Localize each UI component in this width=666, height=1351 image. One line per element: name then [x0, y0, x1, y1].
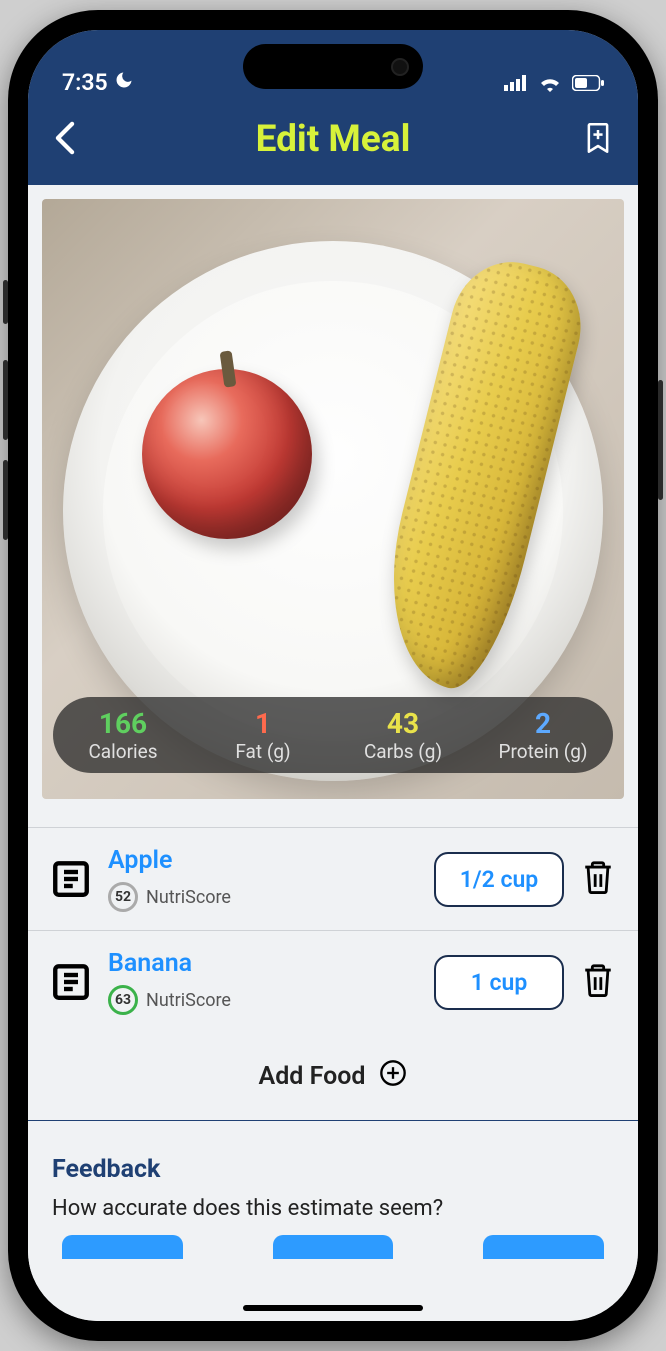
back-button[interactable]	[54, 121, 94, 159]
mute-switch	[3, 280, 8, 324]
feedback-options	[52, 1235, 614, 1259]
portion-button[interactable]: 1 cup	[434, 955, 564, 1010]
feedback-question: How accurate does this estimate seem?	[52, 1196, 614, 1221]
nutrition-summary: 166 Calories 1 Fat (g) 43 Carbs (g) 2 Pr…	[53, 697, 613, 773]
protein-label: Protein (g)	[473, 740, 613, 763]
meal-photo[interactable]: 166 Calories 1 Fat (g) 43 Carbs (g) 2 Pr…	[42, 199, 624, 799]
content-area: 166 Calories 1 Fat (g) 43 Carbs (g) 2 Pr…	[28, 185, 638, 1321]
calories-cell: 166 Calories	[53, 709, 193, 763]
feedback-option-2[interactable]	[273, 1235, 394, 1259]
plus-circle-icon	[379, 1059, 407, 1094]
wifi-icon	[538, 74, 562, 96]
bookmark-add-button[interactable]	[572, 122, 612, 158]
delete-button[interactable]	[578, 858, 618, 900]
carbs-value: 43	[333, 709, 473, 740]
volume-up	[3, 360, 8, 440]
food-name[interactable]: Apple	[108, 846, 420, 876]
portion-button[interactable]: 1/2 cup	[434, 852, 564, 907]
carbs-label: Carbs (g)	[333, 740, 473, 763]
nutriscore-badge: 63	[108, 985, 138, 1015]
fat-label: Fat (g)	[193, 740, 333, 763]
battery-icon	[572, 75, 604, 95]
fat-value: 1	[193, 709, 333, 740]
add-food-button[interactable]: Add Food	[28, 1033, 638, 1121]
apple-graphic	[142, 369, 312, 539]
screen: 7:35 Edit Meal	[28, 30, 638, 1321]
nutriscore-label: NutriScore	[146, 887, 231, 908]
calories-value: 166	[53, 709, 193, 740]
dynamic-island	[243, 44, 423, 89]
food-details-icon[interactable]	[48, 856, 94, 902]
status-time: 7:35	[62, 69, 108, 96]
add-food-label: Add Food	[259, 1062, 366, 1091]
volume-down	[3, 460, 8, 540]
food-list: Apple 52 NutriScore 1/2 cup	[28, 827, 638, 1121]
cellular-icon	[504, 75, 528, 95]
protein-value: 2	[473, 709, 613, 740]
nutriscore-badge: 52	[108, 882, 138, 912]
fat-cell: 1 Fat (g)	[193, 709, 333, 763]
protein-cell: 2 Protein (g)	[473, 709, 613, 763]
food-details-icon[interactable]	[48, 959, 94, 1005]
carbs-cell: 43 Carbs (g)	[333, 709, 473, 763]
food-row: Banana 63 NutriScore 1 cup	[28, 930, 638, 1033]
dnd-moon-icon	[114, 69, 134, 96]
page-title: Edit Meal	[94, 118, 572, 161]
food-name[interactable]: Banana	[108, 949, 420, 979]
food-row: Apple 52 NutriScore 1/2 cup	[28, 827, 638, 930]
feedback-option-3[interactable]	[483, 1235, 604, 1259]
phone-frame: 7:35 Edit Meal	[8, 10, 658, 1341]
app-header: Edit Meal	[28, 100, 638, 185]
delete-button[interactable]	[578, 961, 618, 1003]
feedback-option-1[interactable]	[62, 1235, 183, 1259]
nutriscore-label: NutriScore	[146, 990, 231, 1011]
home-indicator[interactable]	[243, 1305, 423, 1311]
calories-label: Calories	[53, 740, 193, 763]
feedback-title: Feedback	[52, 1155, 614, 1184]
feedback-section: Feedback How accurate does this estimate…	[28, 1121, 638, 1259]
power-button	[658, 380, 663, 500]
